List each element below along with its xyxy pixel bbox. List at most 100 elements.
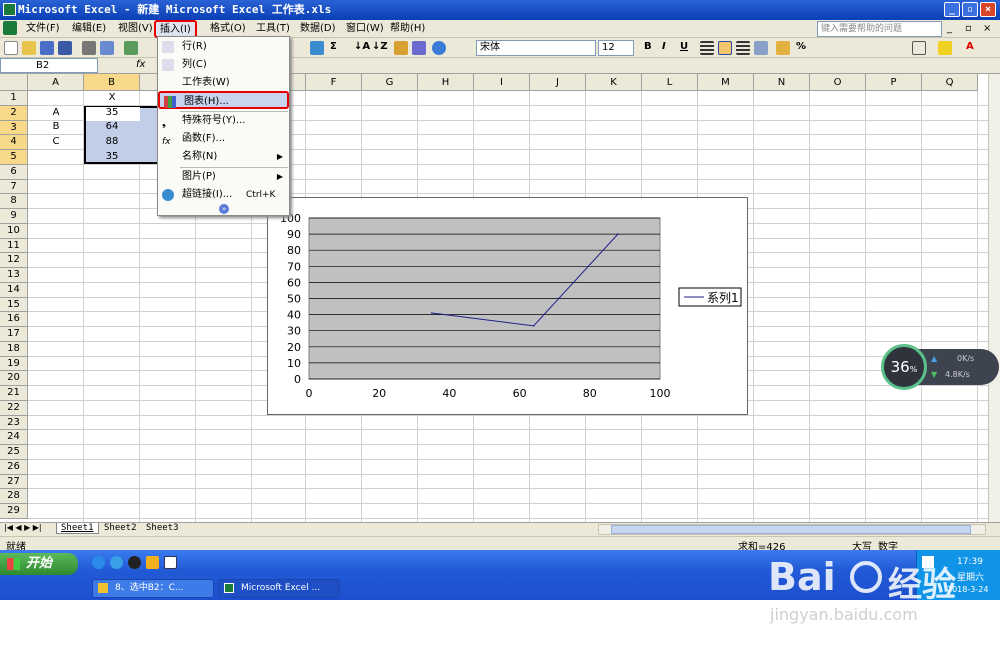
tab-sheet1[interactable]: Sheet1: [56, 523, 99, 534]
cell-A4[interactable]: C: [28, 136, 84, 147]
row-header-18[interactable]: 18: [0, 341, 28, 357]
ie-icon[interactable]: [92, 556, 105, 569]
hyperlink-toolbar-icon[interactable]: [310, 41, 324, 55]
select-all-corner[interactable]: [0, 74, 28, 91]
maximize-button[interactable]: ▫: [962, 2, 978, 17]
col-header-G[interactable]: G: [362, 74, 418, 91]
bold-button[interactable]: B: [644, 41, 652, 52]
row-header-15[interactable]: 15: [0, 297, 28, 313]
row-header-19[interactable]: 19: [0, 356, 28, 372]
row-header-27[interactable]: 27: [0, 474, 28, 490]
row-header-24[interactable]: 24: [0, 430, 28, 445]
menu-item-hyperlink[interactable]: 超链接(I)... Ctrl+K: [158, 186, 289, 204]
row-header-1[interactable]: 1: [0, 91, 28, 106]
menu-file[interactable]: 文件(F): [26, 22, 60, 36]
menu-format[interactable]: 格式(O): [210, 22, 246, 36]
percent-button[interactable]: %: [796, 41, 806, 52]
tab-sheet2[interactable]: Sheet2: [100, 523, 141, 533]
row-header-7[interactable]: 7: [0, 179, 28, 195]
name-box[interactable]: B2: [0, 58, 98, 73]
fx-icon[interactable]: fx: [136, 59, 145, 70]
menu-item-worksheet[interactable]: 工作表(W): [158, 74, 289, 92]
menu-item-picture[interactable]: 图片(P) ▶: [158, 168, 289, 186]
print-preview-icon[interactable]: [100, 41, 114, 55]
menu-item-symbol[interactable]: ❟ 特殊符号(Y)...: [158, 112, 289, 130]
expand-menu-icon[interactable]: »: [219, 204, 229, 214]
start-button[interactable]: 开始: [0, 553, 78, 575]
menu-item-chart[interactable]: 图表(H)...: [158, 91, 289, 109]
fill-color-icon[interactable]: [938, 41, 952, 55]
tab-sheet3[interactable]: Sheet3: [142, 523, 183, 533]
row-header-17[interactable]: 17: [0, 327, 28, 342]
font-color-icon[interactable]: A: [966, 41, 974, 52]
drawing-icon[interactable]: [412, 41, 426, 55]
align-right-icon[interactable]: [736, 41, 750, 55]
row-header-2[interactable]: 2: [0, 105, 28, 121]
col-header-Q[interactable]: Q: [922, 74, 978, 91]
row-header-8[interactable]: 8: [0, 194, 28, 209]
doc-close-button[interactable]: ×: [983, 23, 991, 34]
qq-icon[interactable]: [128, 556, 141, 569]
col-header-I[interactable]: I: [474, 74, 530, 91]
menu-data[interactable]: 数据(D): [300, 22, 336, 36]
print-icon[interactable]: [82, 41, 96, 55]
app-icon[interactable]: [164, 556, 177, 569]
row-header-5[interactable]: 5: [0, 150, 28, 165]
row-header-21[interactable]: 21: [0, 386, 28, 401]
row-header-29[interactable]: 29: [0, 504, 28, 519]
row-header-25[interactable]: 25: [0, 445, 28, 460]
col-header-B[interactable]: B: [84, 74, 140, 91]
cell-B4[interactable]: 88: [84, 136, 140, 147]
permission-icon[interactable]: [58, 41, 72, 55]
align-left-icon[interactable]: [700, 41, 714, 55]
row-header-10[interactable]: 10: [0, 223, 28, 239]
cell-B5[interactable]: 35: [84, 151, 140, 162]
col-header-A[interactable]: A: [28, 74, 84, 91]
row-header-20[interactable]: 20: [0, 371, 28, 386]
chart-wizard-icon[interactable]: [394, 41, 408, 55]
sort-desc-icon[interactable]: ↓Z: [372, 41, 388, 52]
vertical-scrollbar[interactable]: [988, 74, 1000, 522]
scroll-thumb[interactable]: [611, 525, 971, 534]
folder-icon[interactable]: [146, 556, 159, 569]
underline-button[interactable]: U: [680, 41, 688, 52]
row-header-28[interactable]: 28: [0, 489, 28, 504]
italic-button[interactable]: I: [662, 41, 666, 52]
cell-B1[interactable]: X: [84, 92, 140, 103]
row-header-13[interactable]: 13: [0, 268, 28, 283]
spelling-icon[interactable]: [124, 41, 138, 55]
row-header-9[interactable]: 9: [0, 209, 28, 224]
network-speed-widget[interactable]: 36% ▲ 0K/s ▼ 4.8K/s: [881, 344, 1000, 392]
help-search-input[interactable]: 键入需要帮助的问题: [817, 21, 942, 37]
row-header-4[interactable]: 4: [0, 135, 28, 150]
save-icon[interactable]: [40, 41, 54, 55]
col-header-F[interactable]: F: [306, 74, 362, 91]
menu-edit[interactable]: 编辑(E): [72, 22, 106, 36]
menu-window[interactable]: 窗口(W): [346, 22, 384, 36]
doc-minimize-button[interactable]: _: [947, 23, 952, 34]
row-header-23[interactable]: 23: [0, 415, 28, 431]
col-header-O[interactable]: O: [810, 74, 866, 91]
borders-icon[interactable]: [912, 41, 926, 55]
align-center-icon[interactable]: [718, 41, 732, 55]
autosum-icon[interactable]: Σ: [330, 41, 337, 52]
currency-icon[interactable]: [776, 41, 790, 55]
cell-B3[interactable]: 64: [84, 121, 140, 132]
task-button-doc[interactable]: 8、选中B2：C...: [92, 579, 214, 598]
row-header-14[interactable]: 14: [0, 282, 28, 298]
browser-icon[interactable]: [110, 556, 123, 569]
row-header-3[interactable]: 3: [0, 120, 28, 136]
row-header-16[interactable]: 16: [0, 312, 28, 327]
minimize-button[interactable]: _: [944, 2, 960, 17]
col-header-N[interactable]: N: [754, 74, 810, 91]
col-header-L[interactable]: L: [642, 74, 698, 91]
horizontal-scrollbar[interactable]: [598, 524, 986, 535]
menu-item-column[interactable]: 列(C): [158, 56, 289, 74]
col-header-H[interactable]: H: [418, 74, 474, 91]
col-header-K[interactable]: K: [586, 74, 642, 91]
help-icon[interactable]: [432, 41, 446, 55]
open-icon[interactable]: [22, 41, 36, 55]
merge-center-icon[interactable]: [754, 41, 768, 55]
font-size-select[interactable]: 12: [598, 40, 634, 56]
menu-help[interactable]: 帮助(H): [390, 22, 425, 36]
